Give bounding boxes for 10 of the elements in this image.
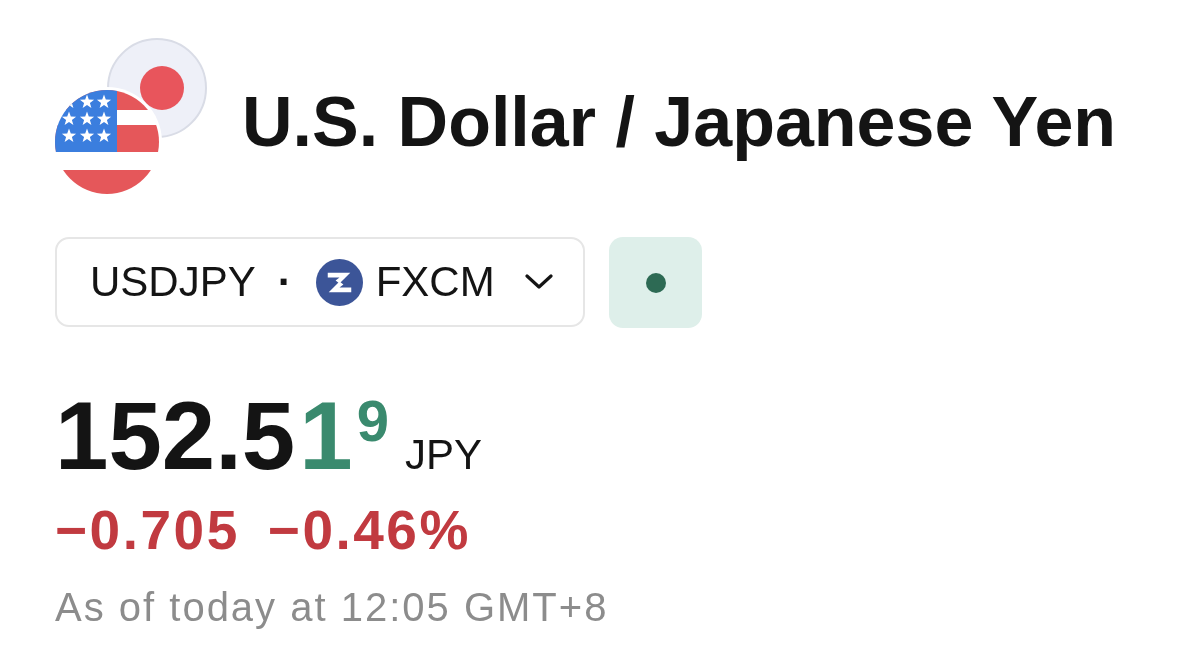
timestamp-text: As of today at 12:05 GMT+8 xyxy=(55,584,609,631)
symbol-selector[interactable]: USDJPY · FXCM xyxy=(55,237,585,327)
currency-code: JPY xyxy=(404,431,482,480)
chevron-down-icon xyxy=(524,274,553,290)
broker-logo-icon xyxy=(315,258,363,306)
price-change: −0.705 xyxy=(55,503,240,558)
page-title: U.S. Dollar / Japanese Yen xyxy=(242,82,1117,163)
us-flag-icon xyxy=(55,87,162,194)
market-status-button[interactable] xyxy=(609,237,702,328)
percent-change: −0.46% xyxy=(267,503,471,558)
